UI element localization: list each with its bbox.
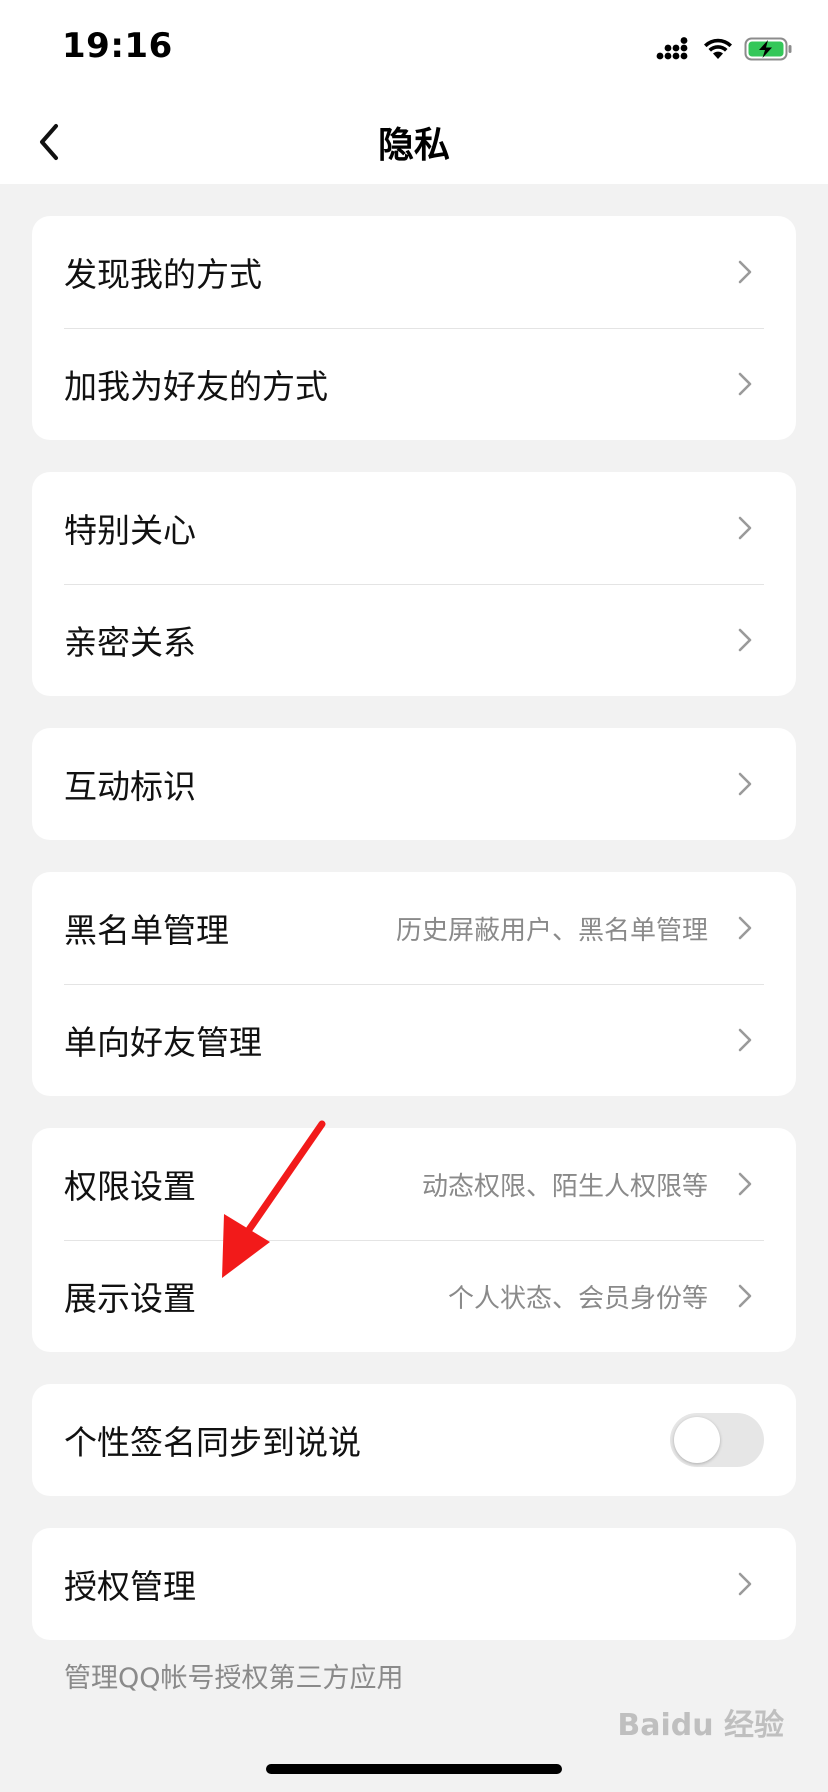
- settings-group-discovery: 发现我的方式 加我为好友的方式: [32, 216, 796, 440]
- chevron-right-icon: [738, 1572, 752, 1596]
- chevron-right-icon: [738, 1172, 752, 1196]
- privacy-settings-screen: 19:16 隐私 发现我的方式 加我为好友的方式 特别关心 亲密关系 互动标识 …: [0, 0, 828, 1792]
- row-label: 个性签名同步到说说: [64, 1423, 361, 1462]
- chevron-right-icon: [738, 372, 752, 396]
- row-detail: 个人状态、会员身份等: [447, 1283, 708, 1314]
- row-label: 展示设置: [64, 1279, 196, 1318]
- cellular-signal-icon: [656, 37, 688, 60]
- settings-group-relations: 特别关心 亲密关系: [32, 472, 796, 696]
- navigation-bar: 隐私: [0, 100, 828, 184]
- row-one-way-friends[interactable]: 单向好友管理: [32, 984, 796, 1096]
- row-special-care[interactable]: 特别关心: [32, 472, 796, 584]
- settings-group-blocking: 黑名单管理 历史屏蔽用户、黑名单管理 单向好友管理: [32, 872, 796, 1096]
- chevron-right-icon: [738, 1284, 752, 1308]
- row-label: 亲密关系: [64, 623, 196, 662]
- chevron-right-icon: [738, 1028, 752, 1052]
- row-add-friend-method[interactable]: 加我为好友的方式: [32, 328, 796, 440]
- row-detail: 历史屏蔽用户、黑名单管理: [395, 915, 708, 946]
- row-detail: 动态权限、陌生人权限等: [421, 1171, 708, 1202]
- row-label: 单向好友管理: [64, 1023, 262, 1062]
- row-label: 黑名单管理: [64, 911, 229, 950]
- battery-charging-icon: [744, 37, 792, 61]
- row-label: 授权管理: [64, 1567, 196, 1606]
- row-label: 加我为好友的方式: [64, 367, 328, 406]
- row-label: 互动标识: [64, 767, 196, 806]
- row-label: 特别关心: [64, 511, 196, 550]
- row-intimate-relations[interactable]: 亲密关系: [32, 584, 796, 696]
- row-authorization-management[interactable]: 授权管理: [32, 1528, 796, 1640]
- authorization-footnote: 管理QQ帐号授权第三方应用: [64, 1663, 404, 1694]
- chevron-right-icon: [738, 916, 752, 940]
- toggle-knob: [674, 1417, 720, 1463]
- row-permission-settings[interactable]: 权限设置 动态权限、陌生人权限等: [32, 1128, 796, 1240]
- row-display-settings[interactable]: 展示设置 个人状态、会员身份等: [32, 1240, 796, 1352]
- row-interaction-badges[interactable]: 互动标识: [32, 728, 796, 840]
- settings-group-signature: 个性签名同步到说说: [32, 1384, 796, 1496]
- settings-group-interaction: 互动标识: [32, 728, 796, 840]
- page-title: 隐私: [377, 125, 450, 166]
- chevron-right-icon: [738, 772, 752, 796]
- status-icons: [656, 34, 794, 64]
- row-discover-me[interactable]: 发现我的方式: [32, 216, 796, 328]
- home-indicator: [266, 1764, 562, 1774]
- row-label: 发现我的方式: [64, 255, 262, 294]
- baidu-watermark: Baidu 经验: [617, 1708, 784, 1743]
- status-bar: 19:16: [0, 0, 828, 100]
- wifi-icon: [704, 38, 732, 59]
- chevron-right-icon: [738, 516, 752, 540]
- settings-group-permissions: 权限设置 动态权限、陌生人权限等 展示设置 个人状态、会员身份等: [32, 1128, 796, 1352]
- settings-group-authorization: 授权管理: [32, 1528, 796, 1640]
- sync-signature-toggle[interactable]: [670, 1413, 764, 1467]
- chevron-right-icon: [738, 628, 752, 652]
- row-label: 权限设置: [64, 1167, 196, 1206]
- chevron-right-icon: [738, 260, 752, 284]
- row-sync-signature: 个性签名同步到说说: [32, 1384, 796, 1496]
- status-time: 19:16: [62, 26, 173, 66]
- row-blacklist-management[interactable]: 黑名单管理 历史屏蔽用户、黑名单管理: [32, 872, 796, 984]
